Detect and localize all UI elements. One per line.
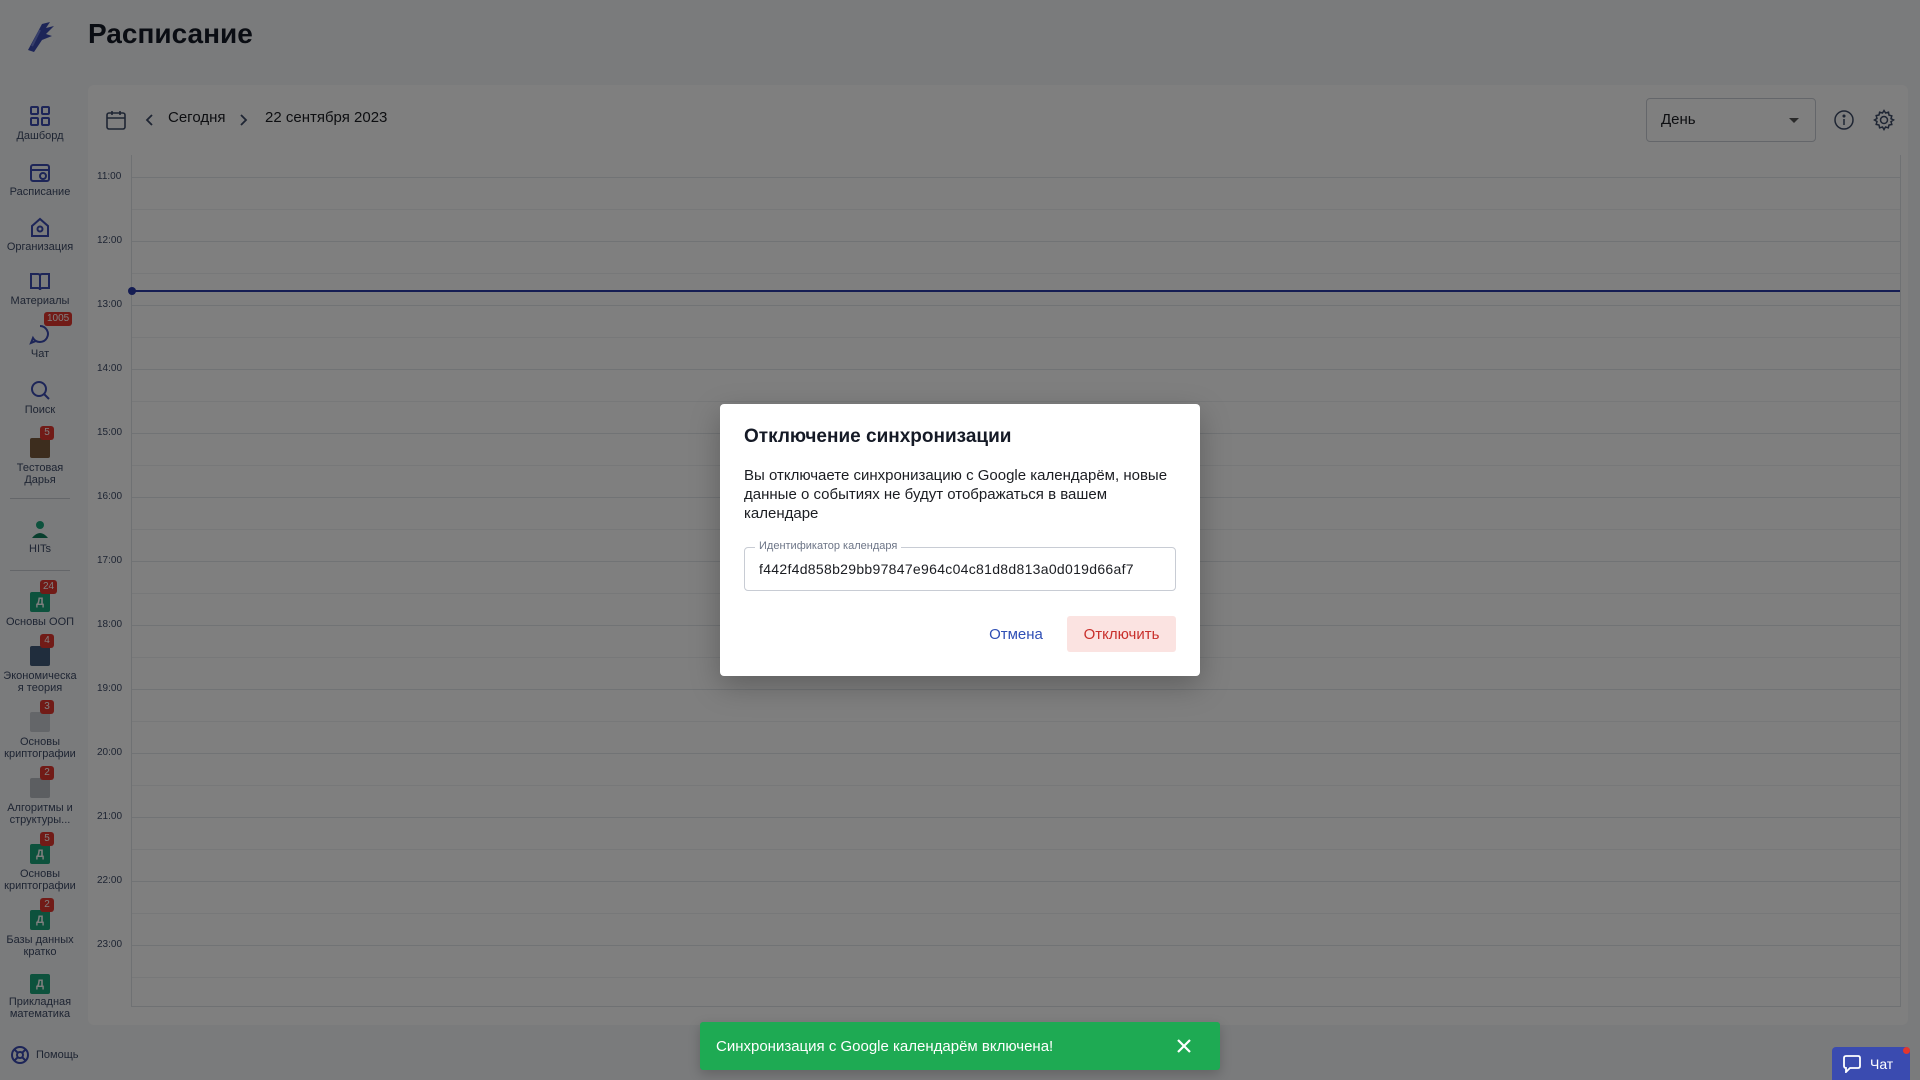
chat-widget-button[interactable]: Чат — [1832, 1047, 1910, 1080]
disconnect-button[interactable]: Отключить — [1067, 616, 1176, 652]
dialog-message: Вы отключаете синхронизацию с Google кал… — [744, 467, 1168, 522]
dialog-title: Отключение синхронизации — [744, 426, 1012, 447]
close-icon[interactable] — [1174, 1036, 1194, 1056]
cancel-button[interactable]: Отмена — [976, 616, 1056, 652]
success-toast: Синхронизация с Google календарём включе… — [700, 1022, 1220, 1070]
calendar-id-field[interactable]: Идентификатор календаря — [744, 540, 1176, 591]
toast-message: Синхронизация с Google календарём включе… — [716, 1037, 1054, 1055]
notification-dot — [1903, 1047, 1910, 1054]
calendar-id-input[interactable] — [759, 548, 1161, 590]
chat-widget-label: Чат — [1870, 1055, 1894, 1072]
chat-bubble-icon — [1843, 1054, 1861, 1073]
disable-sync-dialog: Отключение синхронизации Вы отключаете с… — [720, 404, 1200, 676]
